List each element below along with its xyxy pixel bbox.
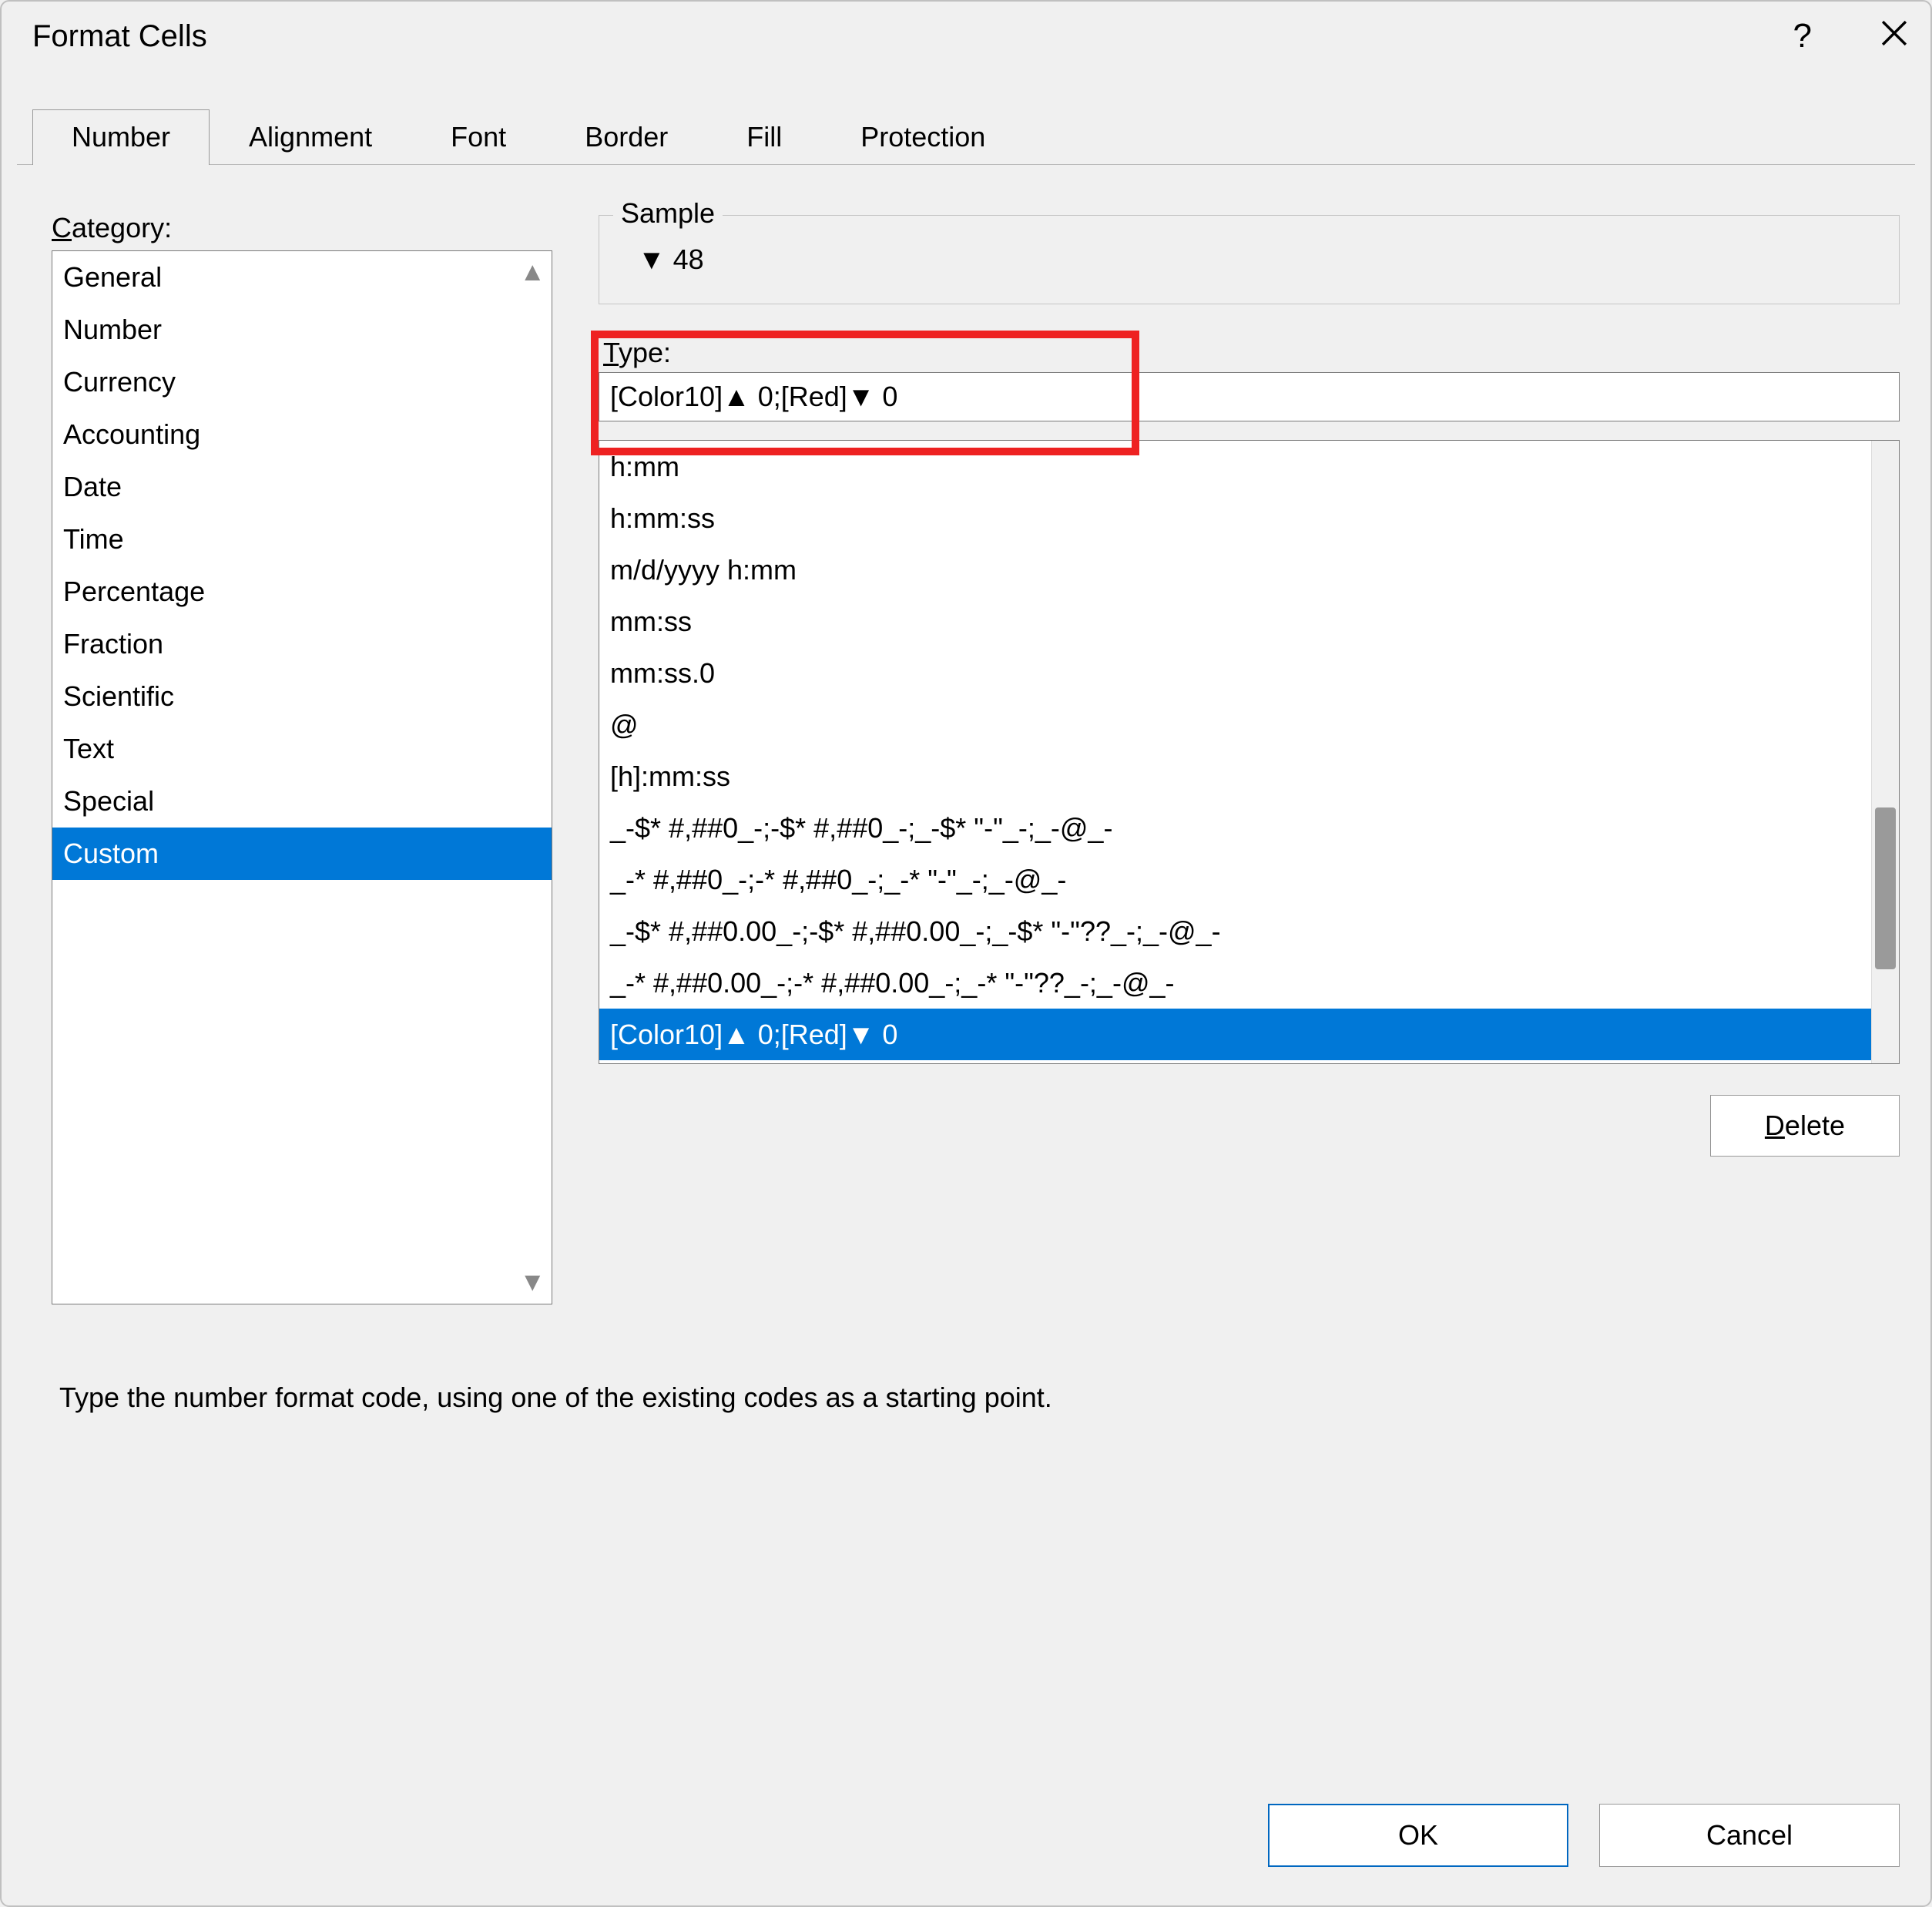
cancel-button[interactable]: Cancel <box>1599 1804 1900 1867</box>
sample-group: Sample ▼ 48 <box>599 215 1900 304</box>
help-icon[interactable]: ? <box>1793 17 1812 55</box>
category-item[interactable]: Currency <box>52 356 552 408</box>
format-code-item[interactable]: mm:ss.0 <box>599 647 1871 699</box>
format-code-item[interactable]: [Color10]▲ 0;[Red]▼ 0 <box>599 1009 1871 1060</box>
format-code-item[interactable]: h:mm:ss <box>599 492 1871 544</box>
tab-border[interactable]: Border <box>545 109 707 165</box>
format-code-item[interactable]: h:mm <box>599 441 1871 492</box>
format-code-item[interactable]: @ <box>599 699 1871 750</box>
category-item[interactable]: Custom <box>52 828 552 880</box>
format-code-item[interactable]: [h]:mm:ss <box>599 750 1871 802</box>
scroll-down-icon[interactable]: ▼ <box>519 1267 545 1298</box>
category-item[interactable]: Date <box>52 461 552 513</box>
dialog-title: Format Cells <box>32 19 207 54</box>
category-item[interactable]: Scientific <box>52 670 552 723</box>
category-item[interactable]: Special <box>52 775 552 828</box>
sample-value: ▼ 48 <box>622 243 1876 276</box>
category-item[interactable]: Text <box>52 723 552 775</box>
category-label: Category: <box>52 212 552 244</box>
close-icon[interactable] <box>1881 20 1907 52</box>
category-item[interactable]: Time <box>52 513 552 566</box>
tab-font[interactable]: Font <box>411 109 545 165</box>
format-code-item[interactable]: _-* #,##0.00_-;-* #,##0.00_-;_-* "-"??_-… <box>599 957 1871 1009</box>
tab-fill[interactable]: Fill <box>707 109 821 165</box>
category-item[interactable]: Number <box>52 304 552 356</box>
type-input[interactable] <box>599 372 1900 421</box>
type-label: Type: <box>603 337 1900 369</box>
scrollbar[interactable] <box>1871 441 1899 1063</box>
ok-button[interactable]: OK <box>1268 1804 1568 1867</box>
format-code-item[interactable]: _-$* #,##0_-;-$* #,##0_-;_-$* "-"_-;_-@_… <box>599 802 1871 854</box>
format-code-item[interactable]: _-* #,##0_-;-* #,##0_-;_-* "-"_-;_-@_- <box>599 854 1871 905</box>
format-cells-dialog: Format Cells ? Number Alignment Font Bor… <box>0 0 1932 1907</box>
scrollbar-thumb[interactable] <box>1875 807 1896 969</box>
sample-legend: Sample <box>613 197 723 230</box>
format-code-item[interactable]: mm:ss <box>599 596 1871 647</box>
category-listbox[interactable]: GeneralNumberCurrencyAccountingDateTimeP… <box>52 250 552 1304</box>
category-item[interactable]: Accounting <box>52 408 552 461</box>
instruction-text: Type the number format code, using one o… <box>59 1382 1900 1414</box>
dialog-footer: OK Cancel <box>2 1781 1930 1905</box>
category-item[interactable]: Fraction <box>52 618 552 670</box>
tab-number[interactable]: Number <box>32 109 210 165</box>
tab-protection[interactable]: Protection <box>821 109 1025 165</box>
category-item[interactable]: General <box>52 251 552 304</box>
delete-button[interactable]: Delete <box>1710 1095 1900 1157</box>
tab-alignment[interactable]: Alignment <box>210 109 411 165</box>
format-code-item[interactable]: _-$* #,##0.00_-;-$* #,##0.00_-;_-$* "-"?… <box>599 905 1871 957</box>
format-code-item[interactable]: m/d/yyyy h:mm <box>599 544 1871 596</box>
scroll-up-icon[interactable]: ▲ <box>519 257 545 287</box>
category-item[interactable]: Percentage <box>52 566 552 618</box>
format-code-listbox[interactable]: h:mmh:mm:ssm/d/yyyy h:mmmm:ssmm:ss.0@[h]… <box>599 440 1900 1064</box>
titlebar: Format Cells ? <box>2 2 1930 63</box>
tab-strip: Number Alignment Font Border Fill Protec… <box>32 109 1930 165</box>
